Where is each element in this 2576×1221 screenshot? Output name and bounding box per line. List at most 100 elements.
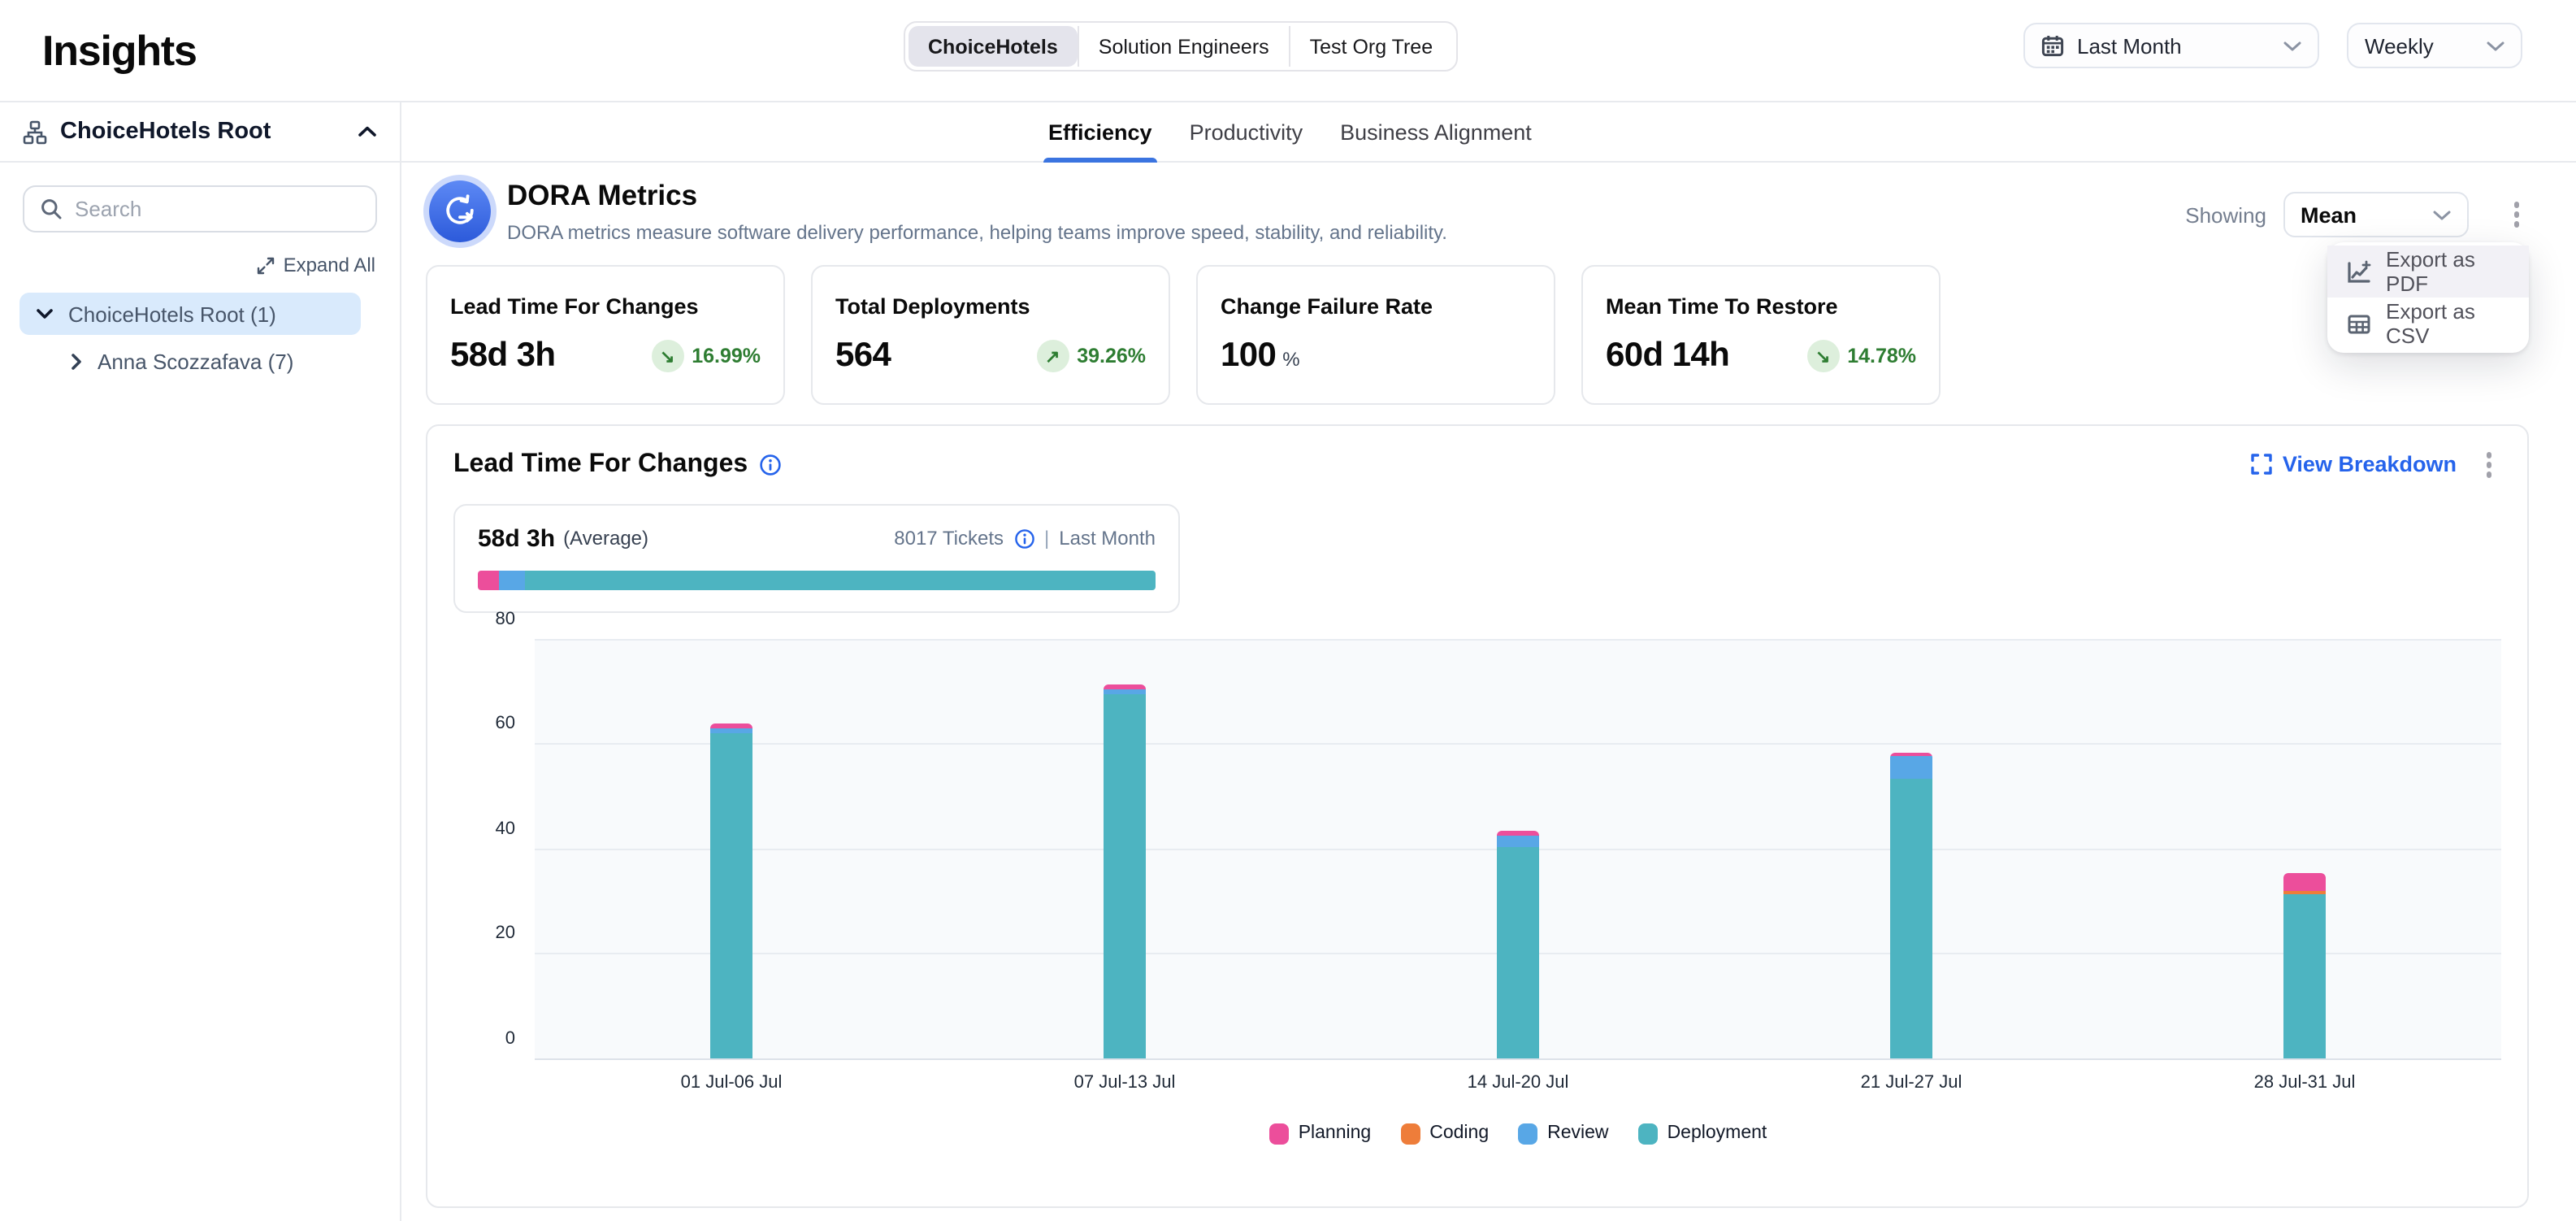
bar-stack-2[interactable] (1104, 684, 1146, 1058)
chevron-down-icon (2283, 40, 2301, 51)
bar-segment-deployment (710, 733, 752, 1058)
main-content: Efficiency Productivity Business Alignme… (401, 102, 2576, 1221)
chevron-down-icon (2487, 40, 2504, 51)
x-axis-label: 14 Jul-20 Jul (1468, 1072, 1569, 1092)
bar-segment-deployment (1890, 780, 1932, 1058)
legend-swatch (1518, 1123, 1537, 1144)
legend-swatch (1400, 1123, 1420, 1144)
bar-stack-3[interactable] (1497, 831, 1539, 1058)
card-change-failure-rate: Change Failure Rate 100 % (1196, 265, 1555, 405)
org-tab-choicehotels[interactable]: ChoiceHotels (909, 26, 1078, 67)
chevron-up-icon[interactable] (358, 125, 377, 138)
showing-select[interactable]: Mean (2283, 192, 2468, 237)
org-tab-solution-engineers[interactable]: Solution Engineers (1078, 26, 1289, 67)
view-breakdown-label: View Breakdown (2283, 453, 2457, 477)
tree-item-root[interactable]: ChoiceHotels Root (1) (20, 293, 361, 335)
card-mean-time-to-restore: Mean Time To Restore 60d 14h ↘ 14.78% (1581, 265, 1941, 405)
tab-productivity[interactable]: Productivity (1188, 102, 1305, 163)
tab-business-alignment[interactable]: Business Alignment (1338, 102, 1533, 163)
tree-item-label: ChoiceHotels Root (1) (68, 302, 276, 326)
info-icon[interactable] (759, 454, 782, 476)
top-filters: Last Month Weekly (2023, 23, 2522, 68)
lead-time-kebab-menu-button[interactable] (2476, 445, 2501, 484)
search-icon (41, 198, 62, 219)
menu-item-export-pdf[interactable]: Export as PDF (2327, 246, 2529, 298)
search-input[interactable] (75, 197, 359, 221)
table-icon (2347, 311, 2371, 336)
card-lead-time-for-changes: Lead Time For Changes 58d 3h ↘ 16.99% (426, 265, 785, 405)
legend-label: Coding (1429, 1123, 1489, 1143)
date-range-select[interactable]: Last Month (2023, 23, 2319, 68)
summary-average-label: (Average) (563, 527, 648, 550)
card-delta: ↗ 39.26% (1036, 340, 1146, 372)
bar-segment-planning (2283, 874, 2326, 892)
legend-item-planning[interactable]: Planning (1269, 1123, 1372, 1144)
card-value: 58d 3h (450, 337, 555, 376)
card-value: 60d 14h (1606, 337, 1729, 376)
section-title: Lead Time For Changes (453, 450, 748, 480)
tree-item-label: Anna Scozzafava (7) (98, 349, 293, 373)
tree-item-anna[interactable]: Anna Scozzafava (7) (54, 340, 361, 382)
dora-kebab-menu-button[interactable] (2504, 196, 2529, 234)
bar-stack-1[interactable] (710, 723, 752, 1058)
bar-segment-deployment (2283, 894, 2326, 1058)
phase-segment-planning (478, 570, 498, 589)
org-switcher: ChoiceHotels Solution Engineers Test Org… (904, 21, 1457, 72)
legend-swatch (1269, 1123, 1289, 1144)
view-breakdown-button[interactable]: View Breakdown (2252, 453, 2457, 477)
bar-stack-4[interactable] (1890, 752, 1932, 1058)
showing-value: Mean (2301, 202, 2422, 227)
card-title: Mean Time To Restore (1606, 294, 1916, 319)
sidebar-header[interactable]: ChoiceHotels Root (0, 102, 400, 163)
card-value: 564 (835, 337, 891, 376)
granularity-select[interactable]: Weekly (2347, 23, 2522, 68)
expand-icon (258, 256, 275, 274)
section-tabs: Efficiency Productivity Business Alignme… (401, 102, 2576, 163)
page-title: Insights (42, 25, 197, 76)
menu-item-label: Export as PDF (2386, 247, 2509, 296)
bar-stack-5[interactable] (2283, 874, 2326, 1058)
card-value: 100 (1221, 337, 1276, 376)
legend-label: Deployment (1667, 1123, 1767, 1143)
card-title: Lead Time For Changes (450, 294, 761, 319)
separator: | (1044, 527, 1049, 550)
bar-segment-review (1497, 836, 1539, 847)
chevron-right-icon[interactable] (70, 352, 83, 370)
y-axis-tick: 40 (453, 819, 515, 838)
gridline (535, 638, 2501, 640)
lead-time-section: Lead Time For Changes View Breakdown (426, 424, 2529, 1208)
org-tree-sidebar: ChoiceHotels Root Expand All (0, 102, 401, 1221)
legend-label: Planning (1299, 1123, 1372, 1143)
bar-segment-deployment (1104, 693, 1146, 1058)
expand-all-button[interactable]: Expand All (0, 254, 375, 276)
legend-item-coding[interactable]: Coding (1400, 1123, 1489, 1144)
tab-efficiency[interactable]: Efficiency (1047, 102, 1154, 163)
org-tree: ChoiceHotels Root (1) Anna Scozzafava (7… (0, 293, 400, 382)
lead-time-summary: 58d 3h (Average) 8017 Tickets | Last Mon… (453, 503, 1180, 612)
x-axis-label: 28 Jul-31 Jul (2254, 1072, 2356, 1092)
calendar-icon (2041, 34, 2064, 57)
org-tab-test-org-tree[interactable]: Test Org Tree (1289, 26, 1452, 67)
menu-item-label: Export as CSV (2386, 299, 2509, 348)
chevron-down-icon[interactable] (36, 307, 54, 320)
showing-label: Showing (2185, 202, 2266, 227)
dora-header: DORA Metrics DORA metrics measure softwa… (426, 177, 2529, 244)
info-icon[interactable] (1013, 528, 1034, 549)
legend-item-review[interactable]: Review (1518, 1123, 1608, 1144)
y-axis-tick: 80 (453, 609, 515, 628)
chart-plot-area: 020406080 (535, 640, 2501, 1059)
bar-segment-review (1890, 757, 1932, 780)
card-delta-value: 39.26% (1077, 345, 1146, 367)
phase-segment-deployment (525, 570, 1156, 589)
card-title: Change Failure Rate (1221, 294, 1531, 319)
chart-x-axis: 01 Jul-06 Jul07 Jul-13 Jul14 Jul-20 Jul2… (535, 1072, 2501, 1095)
trend-arrow-icon: ↘ (1815, 345, 1830, 367)
legend-item-deployment[interactable]: Deployment (1638, 1123, 1767, 1144)
dora-title: DORA Metrics (507, 179, 1447, 213)
card-unit: % (1282, 348, 1299, 371)
menu-item-export-csv[interactable]: Export as CSV (2327, 298, 2529, 350)
y-axis-tick: 0 (453, 1028, 515, 1048)
x-axis-label: 01 Jul-06 Jul (681, 1072, 783, 1092)
dora-subtitle: DORA metrics measure software delivery p… (507, 221, 1447, 244)
chevron-down-icon (2432, 209, 2450, 220)
